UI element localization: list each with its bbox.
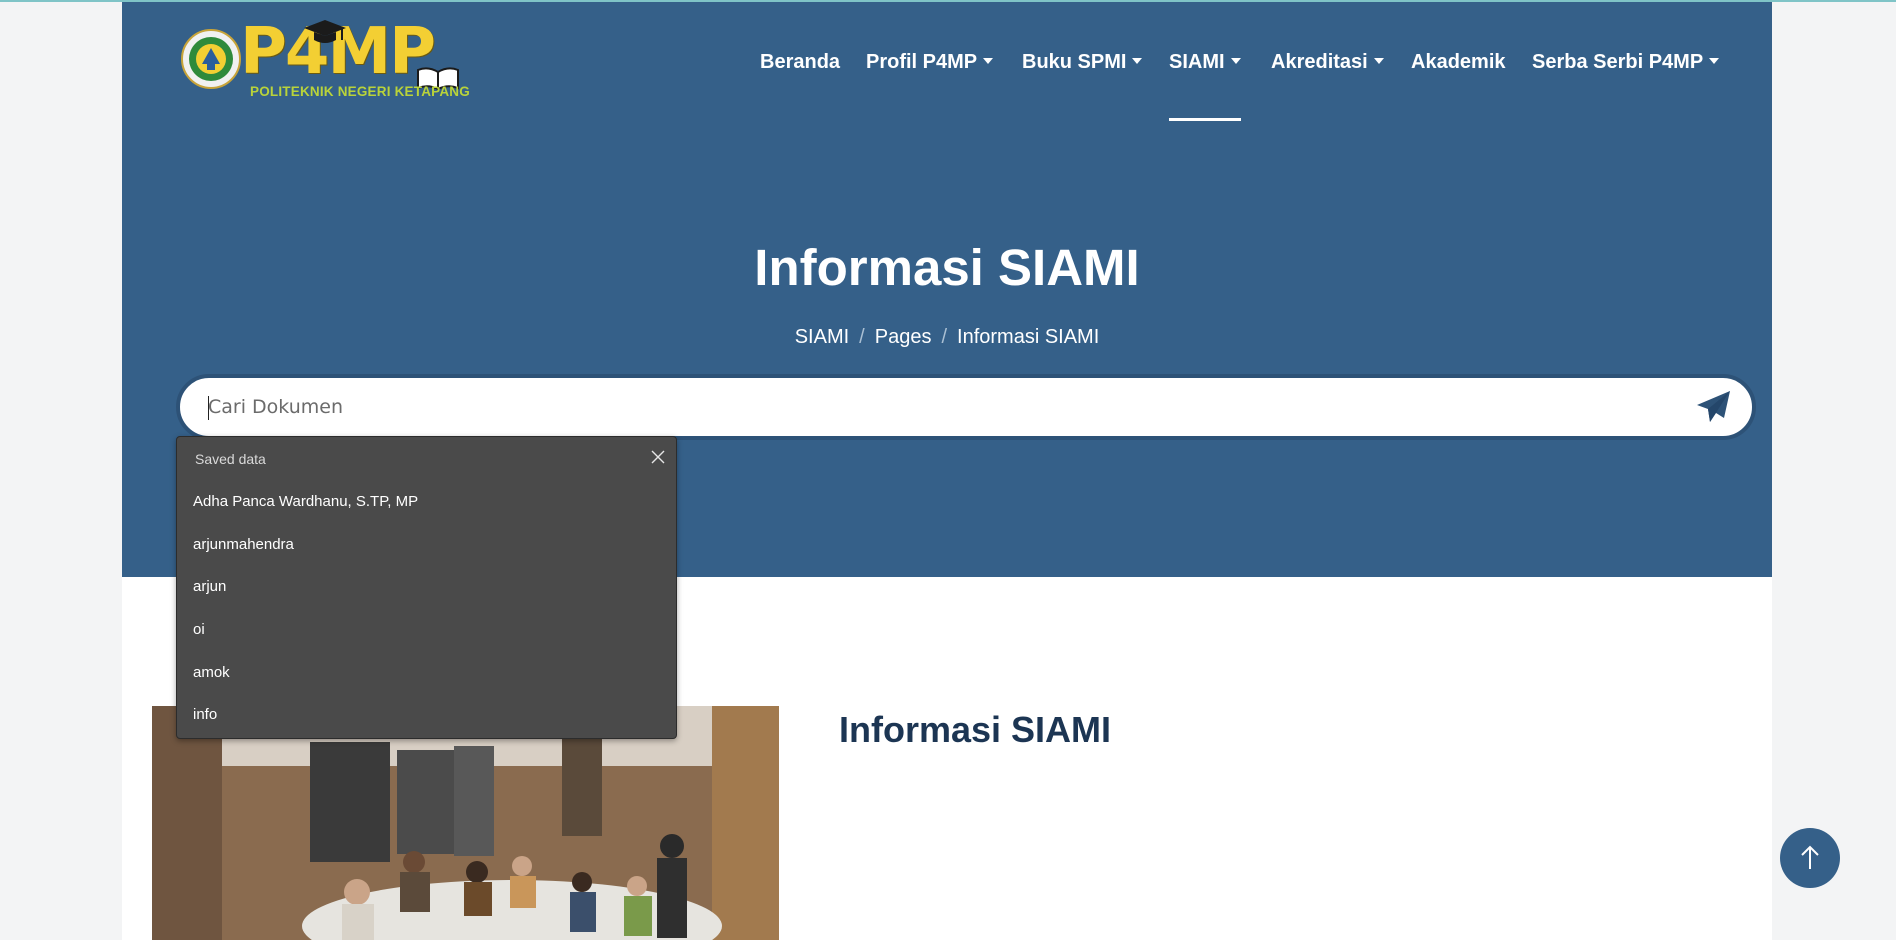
main-nav: Beranda Profil P4MP Buku SPMI SIAMI Akre… [122, 50, 1772, 74]
close-icon[interactable] [650, 449, 666, 465]
nav-item-profil-p4mp[interactable]: Profil P4MP [866, 50, 994, 74]
chevron-down-icon [983, 58, 994, 64]
chevron-down-icon [1132, 58, 1143, 64]
breadcrumb: SIAMI / Pages / Informasi SIAMI [122, 324, 1772, 350]
meeting-photo [152, 706, 779, 940]
nav-item-beranda[interactable]: Beranda [760, 50, 840, 74]
chevron-down-icon [1230, 58, 1241, 64]
text-cursor [208, 396, 209, 420]
document-search-bar [176, 374, 1756, 440]
arrow-up-icon [1801, 845, 1819, 869]
breadcrumb-separator: / [859, 326, 865, 348]
nav-item-serba-serbi[interactable]: Serba Serbi P4MP [1532, 50, 1720, 74]
nav-item-akademik[interactable]: Akademik [1411, 50, 1506, 74]
breadcrumb-item-current: Informasi SIAMI [957, 326, 1100, 348]
chevron-down-icon [1709, 58, 1720, 64]
autofill-item[interactable]: Adha Panca Wardhanu, S.TP, MP [193, 493, 418, 510]
autofill-header: Saved data [195, 451, 266, 467]
autofill-item[interactable]: arjun [193, 578, 226, 595]
search-input[interactable] [208, 390, 1668, 424]
page-title: Informasi SIAMI [754, 239, 1140, 296]
nav-label: SIAMI [1169, 51, 1225, 73]
logo-subtitle: POLITEKNIK NEGERI KETAPANG [250, 84, 470, 99]
nav-item-buku-spmi[interactable]: Buku SPMI [1022, 50, 1143, 74]
autofill-item[interactable]: arjunmahendra [193, 536, 294, 553]
autofill-item[interactable]: info [193, 706, 217, 723]
nav-label: Akreditasi [1271, 51, 1368, 73]
nav-label: Profil P4MP [866, 51, 978, 73]
breadcrumb-separator: / [941, 326, 948, 348]
nav-label: Beranda [760, 51, 841, 73]
nav-item-akreditasi[interactable]: Akreditasi [1271, 50, 1384, 74]
top-accent-line [0, 0, 1896, 2]
autofill-saved-data-popup: Saved data Adha Panca Wardhanu, S.TP, MP… [176, 436, 677, 739]
nav-item-siami[interactable]: SIAMI [1169, 50, 1241, 74]
autofill-item[interactable]: oi [193, 621, 205, 638]
nav-label: Buku SPMI [1022, 51, 1127, 73]
chevron-down-icon [1373, 58, 1384, 64]
nav-active-indicator [1169, 118, 1241, 121]
section-title: Informasi SIAMI [839, 709, 1112, 750]
graduation-cap-icon [304, 20, 346, 43]
paper-plane-icon[interactable] [1696, 390, 1732, 424]
breadcrumb-item-siami[interactable]: SIAMI [795, 326, 849, 348]
nav-label: Serba Serbi P4MP [1532, 51, 1704, 73]
nav-label: Akademik [1411, 51, 1506, 73]
back-to-top-button[interactable] [1780, 828, 1840, 888]
breadcrumb-item-pages[interactable]: Pages [875, 326, 932, 348]
autofill-item[interactable]: amok [193, 664, 230, 681]
